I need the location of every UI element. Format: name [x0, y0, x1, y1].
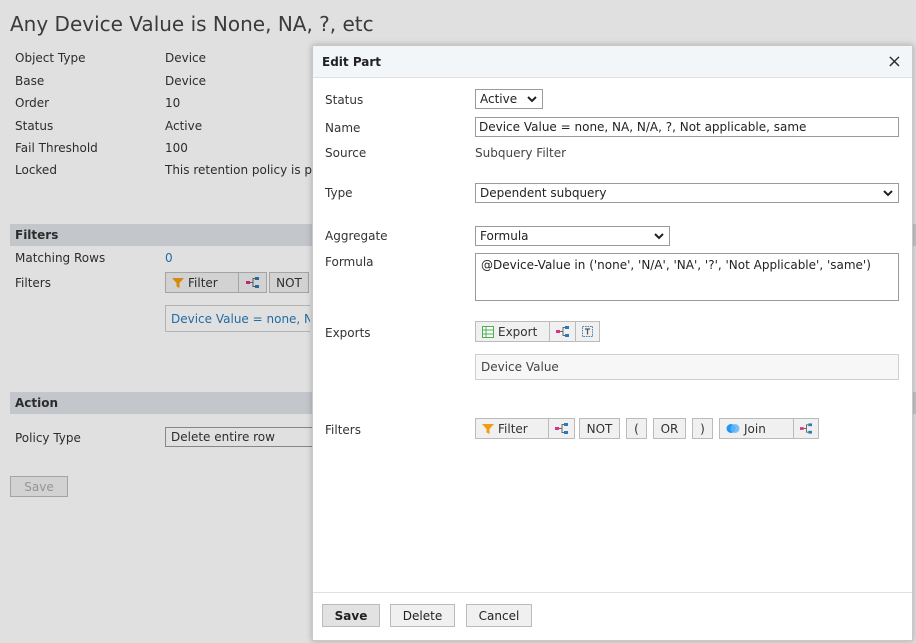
funnel-icon — [482, 423, 494, 434]
exports-label: Exports — [325, 326, 371, 340]
status-select-value: Active — [480, 92, 518, 106]
text-field-icon — [582, 326, 593, 337]
cancel-button[interactable]: Cancel — [466, 604, 532, 627]
dialog-title: Edit Part — [322, 55, 382, 69]
spreadsheet-icon — [482, 325, 494, 338]
save-button[interactable]: Save — [322, 604, 380, 627]
export-button-label: Export — [498, 324, 538, 339]
open-paren-button[interactable]: ( — [626, 418, 647, 439]
export-tree-button[interactable] — [549, 322, 575, 341]
name-input[interactable]: Device Value = none, NA, N/A, ?, Not app… — [475, 117, 899, 137]
join-tree-button[interactable] — [793, 419, 818, 438]
source-label: Source — [325, 146, 367, 160]
tree-icon — [555, 423, 568, 434]
type-label: Type — [325, 186, 353, 200]
export-button[interactable]: Export — [476, 322, 549, 341]
chevron-down-icon — [883, 190, 893, 197]
not-button[interactable]: NOT — [579, 418, 620, 439]
aggregate-select[interactable]: Formula — [475, 226, 670, 246]
formula-label: Formula — [325, 255, 374, 269]
join-toolbar: Join — [719, 418, 819, 439]
formula-textarea[interactable]: @Device-Value in ('none', 'N/A', 'NA', '… — [475, 253, 899, 301]
aggregate-label: Aggregate — [325, 229, 388, 243]
close-icon[interactable]: × — [887, 51, 902, 72]
tree-icon — [556, 326, 569, 337]
dialog-header: Edit Part × — [313, 46, 912, 78]
edit-part-dialog: Edit Part × Status Active Name Device Va… — [312, 45, 913, 641]
filter-button-label: Filter — [498, 421, 528, 436]
filters-label: Filters — [325, 423, 361, 437]
status-select[interactable]: Active — [475, 89, 543, 109]
type-select-value: Dependent subquery — [480, 186, 607, 200]
filter-button[interactable]: Filter — [476, 419, 548, 438]
dialog-footer: Save Delete Cancel — [313, 592, 912, 640]
source-value: Subquery Filter — [475, 146, 567, 160]
name-label: Name — [325, 121, 361, 135]
delete-button[interactable]: Delete — [390, 604, 455, 627]
tree-icon — [800, 423, 812, 434]
join-button[interactable]: Join — [720, 419, 793, 438]
filter-tree-button[interactable] — [548, 419, 574, 438]
text-field-button[interactable] — [575, 322, 599, 341]
aggregate-select-value: Formula — [480, 229, 529, 243]
or-button[interactable]: OR — [653, 418, 686, 439]
chevron-down-icon — [527, 96, 537, 103]
exports-toolbar: Export — [475, 321, 600, 342]
type-select[interactable]: Dependent subquery — [475, 183, 899, 203]
status-label: Status — [325, 93, 364, 107]
join-button-label: Join — [744, 421, 766, 436]
chevron-down-icon — [654, 233, 664, 240]
dialog-filter-toolbar: Filter — [475, 418, 575, 439]
exports-value-box: Device Value — [475, 354, 899, 380]
close-paren-button[interactable]: ) — [692, 418, 713, 439]
join-icon — [726, 424, 740, 433]
